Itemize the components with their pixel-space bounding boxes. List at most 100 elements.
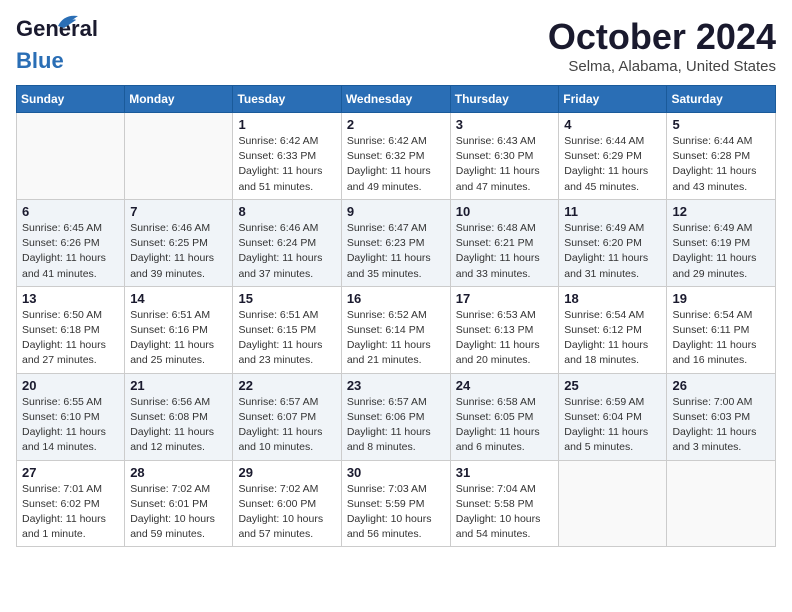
day-detail: Sunrise: 6:59 AMSunset: 6:04 PMDaylight:…	[564, 395, 661, 456]
day-detail: Sunrise: 6:55 AMSunset: 6:10 PMDaylight:…	[22, 395, 119, 456]
day-number: 16	[347, 291, 445, 306]
day-detail: Sunrise: 6:42 AMSunset: 6:33 PMDaylight:…	[238, 134, 335, 195]
day-detail: Sunrise: 6:46 AMSunset: 6:24 PMDaylight:…	[238, 221, 335, 282]
calendar-header-row: SundayMondayTuesdayWednesdayThursdayFrid…	[17, 86, 776, 113]
column-header-tuesday: Tuesday	[233, 86, 341, 113]
calendar-cell: 24 Sunrise: 6:58 AMSunset: 6:05 PMDayligh…	[450, 373, 559, 460]
column-header-wednesday: Wednesday	[341, 86, 450, 113]
bird-icon	[56, 12, 78, 30]
calendar-cell: 11Sunrise: 6:49 AMSunset: 6:20 PMDayligh…	[559, 199, 667, 286]
day-detail: Sunrise: 6:49 AMSunset: 6:20 PMDaylight:…	[564, 221, 661, 282]
day-number: 18	[564, 291, 661, 306]
day-number: 30	[347, 465, 445, 480]
day-number: 26	[672, 378, 770, 393]
day-detail: Sunrise: 6:45 AMSunset: 6:26 PMDaylight:…	[22, 221, 119, 282]
logo: General Blue	[16, 16, 64, 74]
day-detail: Sunrise: 6:57 AMSunset: 6:07 PMDaylight:…	[238, 395, 335, 456]
location: Selma, Alabama, United States	[548, 58, 776, 75]
day-detail: Sunrise: 6:52 AMSunset: 6:14 PMDaylight:…	[347, 308, 445, 369]
calendar-cell: 16 Sunrise: 6:52 AMSunset: 6:14 PMDayligh…	[341, 286, 450, 373]
calendar-cell: 4 Sunrise: 6:44 AMSunset: 6:29 PMDaylight…	[559, 113, 667, 200]
day-detail: Sunrise: 6:53 AMSunset: 6:13 PMDaylight:…	[456, 308, 554, 369]
calendar-cell: 22Sunrise: 6:57 AMSunset: 6:07 PMDayligh…	[233, 373, 341, 460]
calendar-cell: 15 Sunrise: 6:51 AMSunset: 6:15 PMDayligh…	[233, 286, 341, 373]
day-number: 10	[456, 204, 554, 219]
page-header: General Blue October 2024 Selma, Alabama…	[16, 16, 776, 75]
calendar-cell: 27 Sunrise: 7:01 AMSunset: 6:02 PMDayligh…	[17, 460, 125, 547]
column-header-sunday: Sunday	[17, 86, 125, 113]
calendar-cell: 25Sunrise: 6:59 AMSunset: 6:04 PMDayligh…	[559, 373, 667, 460]
title-block: October 2024 Selma, Alabama, United Stat…	[548, 16, 776, 75]
day-detail: Sunrise: 6:51 AMSunset: 6:16 PMDaylight:…	[130, 308, 227, 369]
calendar-cell: 30 Sunrise: 7:03 AMSunset: 5:59 PMDayligh…	[341, 460, 450, 547]
day-detail: Sunrise: 6:58 AMSunset: 6:05 PMDaylight:…	[456, 395, 554, 456]
day-number: 14	[130, 291, 227, 306]
logo-text: Blue	[16, 48, 64, 74]
column-header-monday: Monday	[125, 86, 233, 113]
day-detail: Sunrise: 6:48 AMSunset: 6:21 PMDaylight:…	[456, 221, 554, 282]
day-detail: Sunrise: 6:50 AMSunset: 6:18 PMDaylight:…	[22, 308, 119, 369]
calendar-cell: 19Sunrise: 6:54 AMSunset: 6:11 PMDayligh…	[667, 286, 776, 373]
calendar-week-row: 1 Sunrise: 6:42 AMSunset: 6:33 PMDaylight…	[17, 113, 776, 200]
day-number: 8	[238, 204, 335, 219]
calendar-cell	[559, 460, 667, 547]
calendar-week-row: 27 Sunrise: 7:01 AMSunset: 6:02 PMDayligh…	[17, 460, 776, 547]
calendar-cell: 14 Sunrise: 6:51 AMSunset: 6:16 PMDayligh…	[125, 286, 233, 373]
calendar-cell: 28 Sunrise: 7:02 AMSunset: 6:01 PMDayligh…	[125, 460, 233, 547]
calendar-cell: 26 Sunrise: 7:00 AMSunset: 6:03 PMDayligh…	[667, 373, 776, 460]
calendar-cell: 8 Sunrise: 6:46 AMSunset: 6:24 PMDaylight…	[233, 199, 341, 286]
calendar-week-row: 13Sunrise: 6:50 AMSunset: 6:18 PMDayligh…	[17, 286, 776, 373]
calendar-cell	[667, 460, 776, 547]
day-detail: Sunrise: 6:43 AMSunset: 6:30 PMDaylight:…	[456, 134, 554, 195]
calendar-cell: 18 Sunrise: 6:54 AMSunset: 6:12 PMDayligh…	[559, 286, 667, 373]
day-number: 6	[22, 204, 119, 219]
day-detail: Sunrise: 6:44 AMSunset: 6:29 PMDaylight:…	[564, 134, 661, 195]
day-number: 1	[238, 117, 335, 132]
day-number: 27	[22, 465, 119, 480]
calendar-week-row: 6 Sunrise: 6:45 AMSunset: 6:26 PMDaylight…	[17, 199, 776, 286]
calendar-cell: 31Sunrise: 7:04 AMSunset: 5:58 PMDayligh…	[450, 460, 559, 547]
day-number: 28	[130, 465, 227, 480]
day-number: 5	[672, 117, 770, 132]
day-number: 12	[672, 204, 770, 219]
day-detail: Sunrise: 7:01 AMSunset: 6:02 PMDaylight:…	[22, 482, 119, 543]
day-number: 4	[564, 117, 661, 132]
calendar-cell: 13Sunrise: 6:50 AMSunset: 6:18 PMDayligh…	[17, 286, 125, 373]
calendar-cell: 17Sunrise: 6:53 AMSunset: 6:13 PMDayligh…	[450, 286, 559, 373]
day-number: 29	[238, 465, 335, 480]
day-number: 31	[456, 465, 554, 480]
day-detail: Sunrise: 6:56 AMSunset: 6:08 PMDaylight:…	[130, 395, 227, 456]
calendar-cell: 3 Sunrise: 6:43 AMSunset: 6:30 PMDaylight…	[450, 113, 559, 200]
day-number: 2	[347, 117, 445, 132]
day-detail: Sunrise: 7:02 AMSunset: 6:00 PMDaylight:…	[238, 482, 335, 543]
column-header-saturday: Saturday	[667, 86, 776, 113]
calendar-cell: 29 Sunrise: 7:02 AMSunset: 6:00 PMDayligh…	[233, 460, 341, 547]
day-detail: Sunrise: 7:02 AMSunset: 6:01 PMDaylight:…	[130, 482, 227, 543]
day-detail: Sunrise: 6:51 AMSunset: 6:15 PMDaylight:…	[238, 308, 335, 369]
day-detail: Sunrise: 6:44 AMSunset: 6:28 PMDaylight:…	[672, 134, 770, 195]
day-detail: Sunrise: 6:47 AMSunset: 6:23 PMDaylight:…	[347, 221, 445, 282]
month-title: October 2024	[548, 16, 776, 58]
calendar-cell: 2Sunrise: 6:42 AMSunset: 6:32 PMDaylight…	[341, 113, 450, 200]
day-number: 7	[130, 204, 227, 219]
calendar-cell: 23Sunrise: 6:57 AMSunset: 6:06 PMDayligh…	[341, 373, 450, 460]
calendar-cell: 21 Sunrise: 6:56 AMSunset: 6:08 PMDayligh…	[125, 373, 233, 460]
calendar-cell: 20Sunrise: 6:55 AMSunset: 6:10 PMDayligh…	[17, 373, 125, 460]
calendar-cell: 6 Sunrise: 6:45 AMSunset: 6:26 PMDaylight…	[17, 199, 125, 286]
day-number: 9	[347, 204, 445, 219]
calendar-cell: 10 Sunrise: 6:48 AMSunset: 6:21 PMDayligh…	[450, 199, 559, 286]
day-detail: Sunrise: 7:00 AMSunset: 6:03 PMDaylight:…	[672, 395, 770, 456]
calendar-cell: 9 Sunrise: 6:47 AMSunset: 6:23 PMDaylight…	[341, 199, 450, 286]
day-number: 15	[238, 291, 335, 306]
calendar-cell	[125, 113, 233, 200]
column-header-friday: Friday	[559, 86, 667, 113]
day-detail: Sunrise: 7:03 AMSunset: 5:59 PMDaylight:…	[347, 482, 445, 543]
day-number: 3	[456, 117, 554, 132]
day-number: 24	[456, 378, 554, 393]
day-number: 21	[130, 378, 227, 393]
day-detail: Sunrise: 6:54 AMSunset: 6:12 PMDaylight:…	[564, 308, 661, 369]
column-header-thursday: Thursday	[450, 86, 559, 113]
day-detail: Sunrise: 6:57 AMSunset: 6:06 PMDaylight:…	[347, 395, 445, 456]
calendar-cell: 5 Sunrise: 6:44 AMSunset: 6:28 PMDaylight…	[667, 113, 776, 200]
calendar-table: SundayMondayTuesdayWednesdayThursdayFrid…	[16, 85, 776, 547]
